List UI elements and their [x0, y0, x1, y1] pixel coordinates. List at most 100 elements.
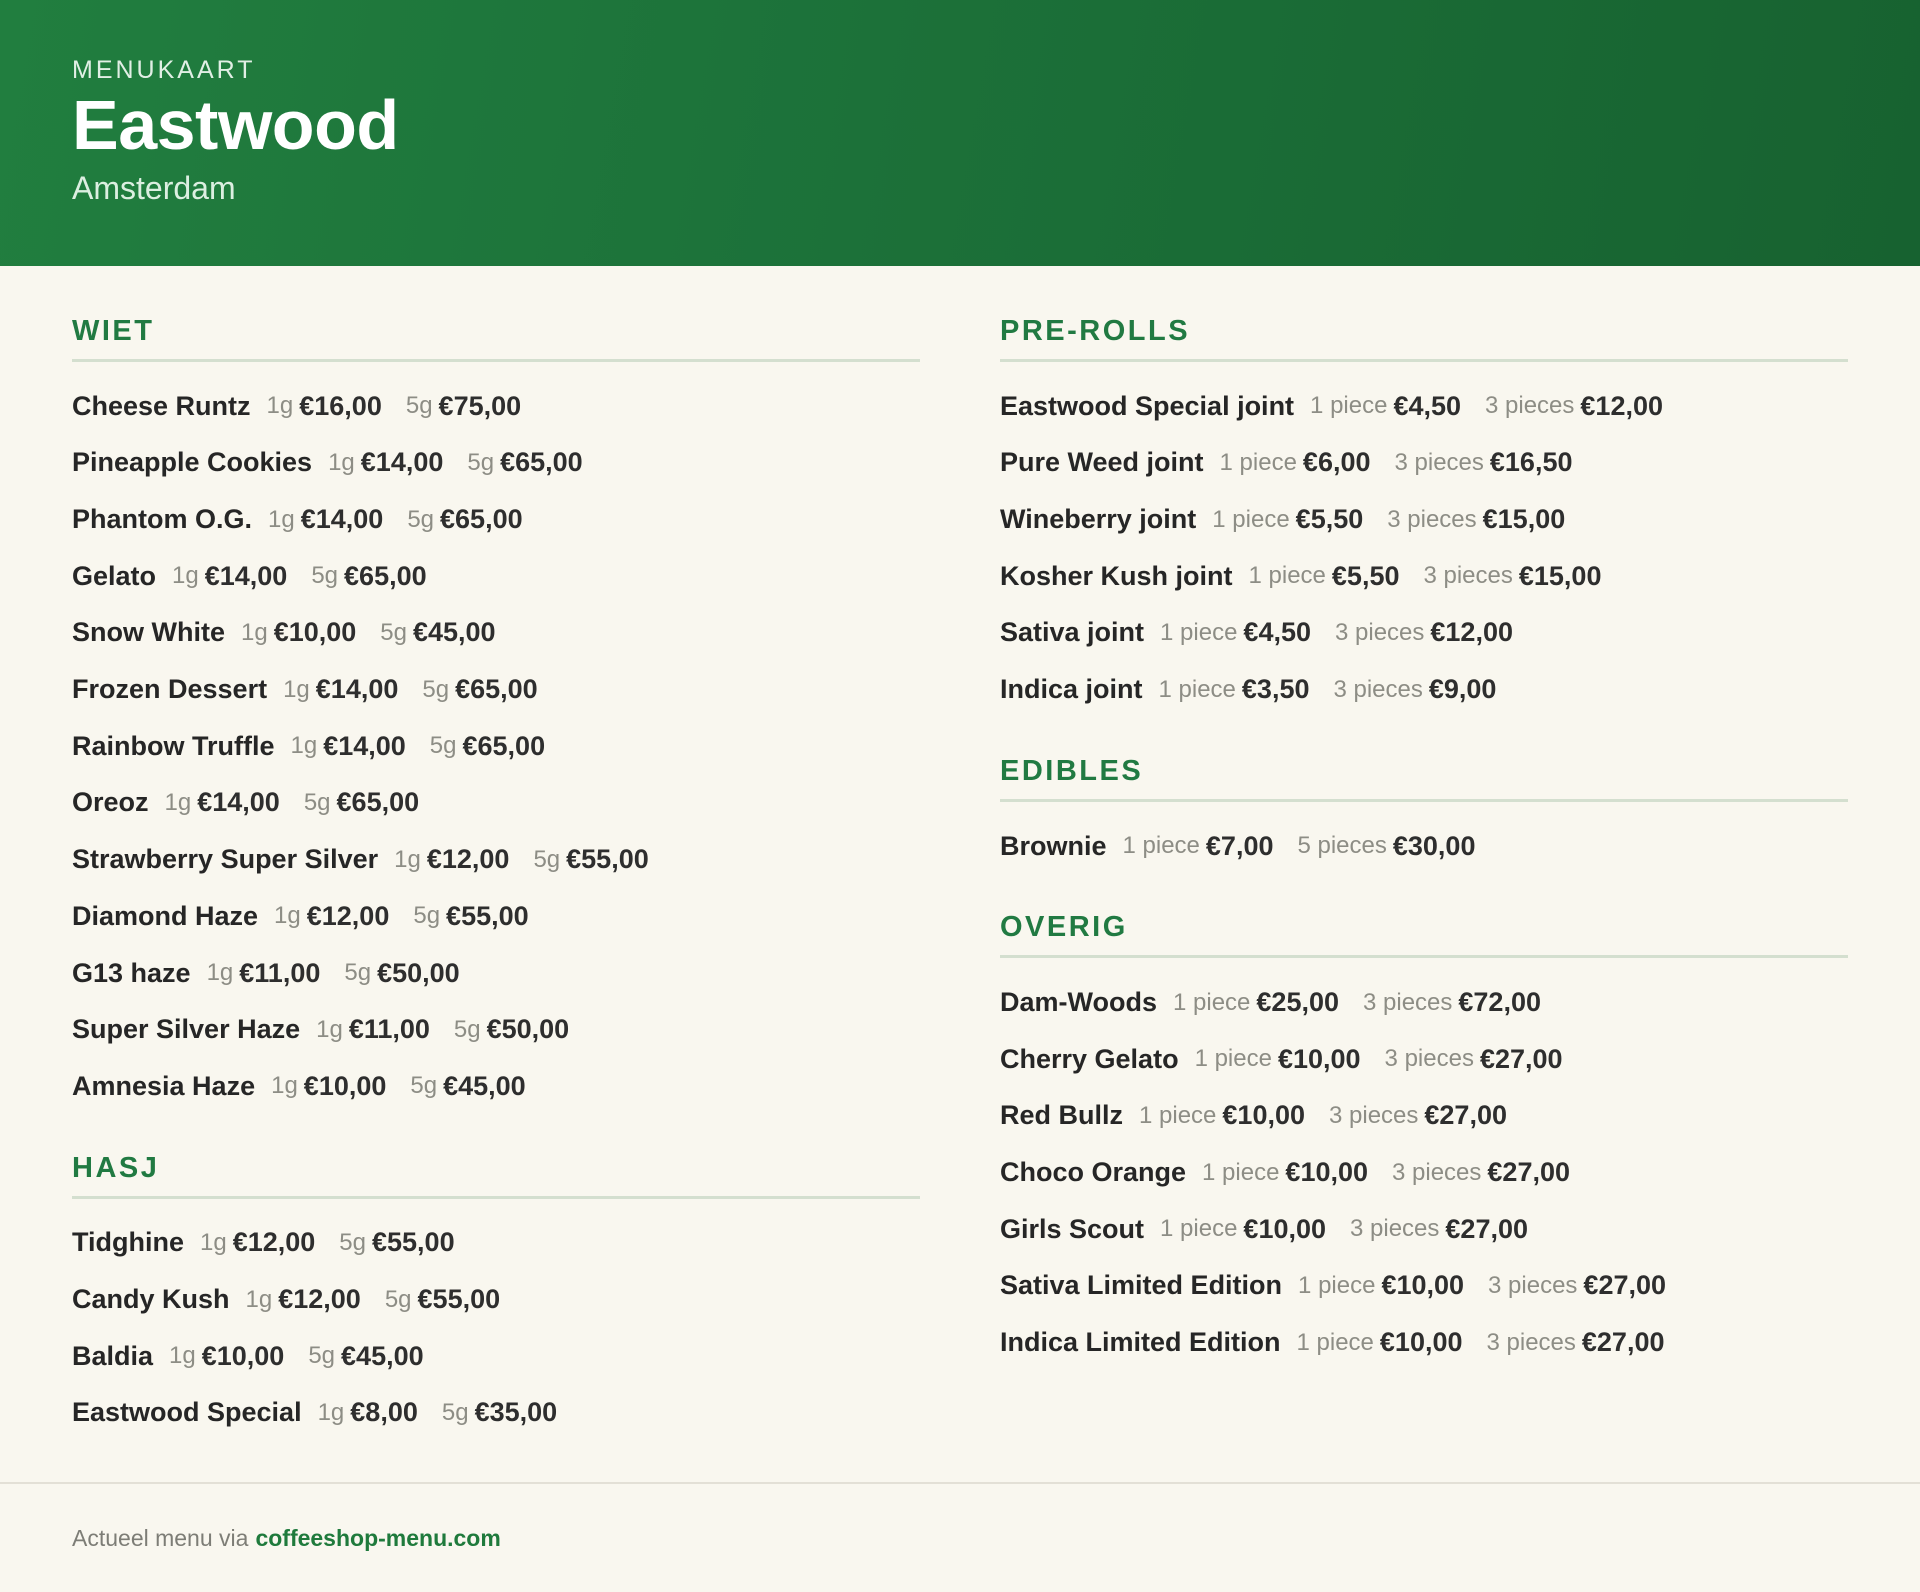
- item-qty: 5g: [339, 1228, 366, 1256]
- item-price: €55,00: [446, 900, 529, 931]
- item-list: Dam-Woods 1 piece €25,00 3 pieces €72,00 Cher…: [1000, 974, 1848, 1371]
- item-price: €65,00: [336, 787, 420, 818]
- item-qty: 3 pieces: [1335, 618, 1425, 646]
- menu-item: Amnesia Haze 1g €10,00 5g €45,00: [72, 1058, 920, 1115]
- item-qty: 5g: [410, 1072, 438, 1100]
- item-price: €5,50: [1331, 560, 1400, 591]
- item-qty: 3 pieces: [1363, 988, 1453, 1016]
- item-name: Cherry Gelato: [1000, 1043, 1179, 1074]
- item-qty: 5g: [467, 448, 495, 476]
- item-name: Indica joint: [1000, 674, 1143, 705]
- item-price: €65,00: [462, 730, 546, 761]
- menu-item: Indica joint 1 piece €3,50 3 pieces €9,00: [1000, 661, 1848, 718]
- item-qty: 1g: [240, 618, 268, 646]
- item-name: Phantom O.G.: [72, 504, 253, 535]
- item-qty: 5g: [441, 1398, 469, 1426]
- menu-item: Wineberry joint 1 piece €5,50 3 pieces €15,0…: [1000, 491, 1848, 548]
- item-price: €6,00: [1302, 447, 1371, 478]
- menu-footer: Actueel menu via coffeeshop-menu.com: [0, 1482, 1920, 1592]
- item-price: €65,00: [455, 674, 538, 705]
- item-qty: 1 piece: [1219, 448, 1297, 476]
- item-price: €35,00: [474, 1397, 558, 1428]
- item-price: €27,00: [1581, 1327, 1665, 1358]
- item-name: Wineberry joint: [1000, 504, 1197, 535]
- item-name: Indica Limited Edition: [1000, 1327, 1281, 1358]
- item-qty: 1g: [206, 959, 234, 987]
- item-qty: 3 pieces: [1423, 562, 1513, 590]
- item-price: €12,00: [426, 844, 510, 875]
- section-wiet: WIET Cheese Runtz 1g €16,00 5g €75,00 Pineapp…: [72, 314, 920, 1115]
- section-overig: OVERIG Dam-Woods 1 piece €25,00 3 pieces €72…: [1000, 910, 1848, 1371]
- item-name: Strawberry Super Silver: [72, 844, 379, 875]
- item-qty: 1 piece: [1202, 1158, 1280, 1186]
- menu-column-right: PRE-ROLLS Eastwood Special joint 1 piece €…: [1000, 314, 1848, 1407]
- item-qty: 5g: [311, 562, 339, 590]
- item-name: Girls Scout: [1000, 1213, 1145, 1244]
- item-price: €15,00: [1518, 560, 1602, 591]
- item-price: €12,00: [1430, 617, 1513, 648]
- menu-item: Oreoz 1g €14,00 5g €65,00: [72, 775, 920, 832]
- item-price: €14,00: [315, 674, 399, 705]
- item-price: €55,00: [566, 844, 649, 875]
- section-title: PRE-ROLLS: [1000, 314, 1848, 362]
- item-name: Pure Weed joint: [1000, 447, 1204, 478]
- item-qty: 3 pieces: [1350, 1215, 1440, 1243]
- menu-item: Sativa Limited Edition 1 piece €10,00 3 pie…: [1000, 1258, 1848, 1315]
- item-qty: 1 piece: [1173, 988, 1251, 1016]
- item-price: €14,00: [300, 504, 384, 535]
- item-qty: 1g: [271, 1072, 298, 1100]
- item-name: Rainbow Truffle: [72, 730, 275, 761]
- item-qty: 1 piece: [1160, 618, 1238, 646]
- item-price: €12,00: [232, 1227, 316, 1258]
- item-price: €9,00: [1428, 674, 1497, 705]
- item-qty: 5g: [407, 505, 435, 533]
- item-name: Cheese Runtz: [72, 390, 251, 421]
- shop-city: Amsterdam: [72, 170, 236, 206]
- menu-item: Eastwood Special 1g €8,00 5g €35,00: [72, 1385, 920, 1442]
- item-price: €75,00: [438, 390, 522, 421]
- menu-item: Cherry Gelato 1 piece €10,00 3 pieces €27,00: [1000, 1031, 1848, 1088]
- item-price: €7,00: [1205, 830, 1274, 861]
- item-price: €55,00: [417, 1284, 501, 1315]
- item-name: Snow White: [72, 617, 225, 648]
- item-qty: 5g: [384, 1285, 412, 1313]
- item-qty: 5g: [422, 675, 450, 703]
- item-price: €50,00: [377, 957, 460, 988]
- item-qty: 1 piece: [1160, 1215, 1238, 1243]
- item-price: €55,00: [372, 1227, 455, 1258]
- item-price: €65,00: [344, 560, 427, 591]
- item-price: €10,00: [201, 1340, 285, 1371]
- menu-item: Cheese Runtz 1g €16,00 5g €75,00: [72, 378, 920, 435]
- item-qty: 5g: [308, 1342, 336, 1370]
- item-qty: 1 piece: [1194, 1045, 1272, 1073]
- item-qty: 3 pieces: [1329, 1101, 1419, 1129]
- item-price: €15,00: [1482, 504, 1566, 535]
- item-qty: 1g: [266, 392, 294, 420]
- section-prerolls: PRE-ROLLS Eastwood Special joint 1 piece €…: [1000, 314, 1848, 718]
- header-eyebrow: MENUKAART: [72, 56, 256, 84]
- item-qty: 1g: [164, 788, 192, 816]
- item-price: €11,00: [348, 1014, 430, 1045]
- item-price: €14,00: [323, 730, 406, 761]
- item-qty: 1 piece: [1310, 392, 1388, 420]
- item-qty: 5g: [429, 732, 457, 760]
- section-title: HASJ: [72, 1151, 920, 1199]
- item-price: €4,50: [1243, 617, 1311, 648]
- item-name: Tidghine: [72, 1227, 184, 1258]
- item-qty: 3 pieces: [1485, 392, 1575, 420]
- menu-item: Kosher Kush joint 1 piece €5,50 3 pieces €15…: [1000, 548, 1848, 605]
- footer-link[interactable]: coffeeshop-menu.com: [255, 1525, 500, 1552]
- item-qty: 3 pieces: [1394, 448, 1484, 476]
- item-price: €12,00: [278, 1284, 361, 1315]
- item-qty: 5g: [344, 959, 372, 987]
- item-name: Kosher Kush joint: [1000, 560, 1233, 591]
- item-qty: 1g: [274, 902, 301, 930]
- item-qty: 1g: [245, 1285, 273, 1313]
- item-qty: 1 piece: [1296, 1328, 1374, 1356]
- item-qty: 1g: [394, 845, 421, 873]
- item-name: Diamond Haze: [72, 900, 259, 931]
- item-qty: 1g: [317, 1398, 345, 1426]
- item-price: €45,00: [341, 1340, 424, 1371]
- menu-column-left: WIET Cheese Runtz 1g €16,00 5g €75,00 Pineapp…: [72, 314, 920, 1477]
- item-list: Brownie 1 piece €7,00 5 pieces €30,00: [1000, 818, 1848, 875]
